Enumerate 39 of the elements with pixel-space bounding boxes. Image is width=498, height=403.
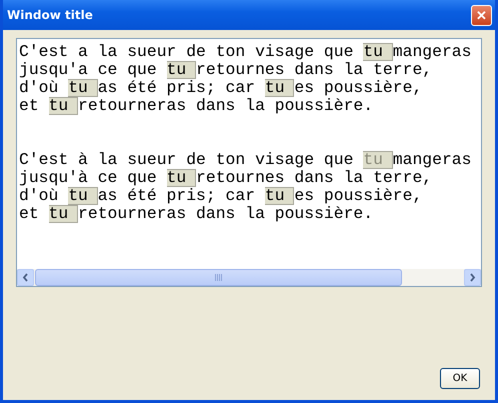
word-highlight: tu xyxy=(48,205,78,223)
chevron-right-icon xyxy=(469,273,476,282)
word-highlight: tu xyxy=(68,187,98,205)
text-line: es poussière, xyxy=(294,78,422,97)
text-line: d'où xyxy=(19,78,60,97)
word-highlight: tu xyxy=(48,97,78,115)
text-line: as été pris; car xyxy=(98,78,256,97)
text-line: et xyxy=(19,96,40,115)
horizontal-scrollbar[interactable] xyxy=(17,269,481,286)
word-highlight: tu xyxy=(68,79,98,97)
text-line: mangeras xyxy=(392,42,472,61)
text-line: jusqu'a ce que xyxy=(19,60,158,79)
text-line: jusqu'à ce que xyxy=(19,168,158,187)
close-button[interactable]: ✕ xyxy=(471,4,492,26)
ok-button[interactable]: OK xyxy=(440,368,480,389)
grip-icon xyxy=(214,274,222,281)
word-highlight: tu xyxy=(166,169,196,187)
text-line: es poussière, xyxy=(294,186,422,205)
text-line: retourneras dans la poussière. xyxy=(78,204,374,223)
scroll-left-button[interactable] xyxy=(17,269,34,286)
scroll-right-button[interactable] xyxy=(464,269,481,286)
text-line: mangeras xyxy=(392,150,472,169)
window-title: Window title xyxy=(7,8,93,22)
text-line: as été pris; car xyxy=(98,186,256,205)
text-line: retournes dans la terre, xyxy=(196,60,432,79)
word-highlight: tu xyxy=(363,151,393,169)
text-area[interactable] xyxy=(16,38,482,287)
text-line: C'est à la sueur de ton visage que xyxy=(19,150,354,169)
text-line: C'est a la sueur de ton visage que xyxy=(19,42,354,61)
text-line: retournes dans la terre, xyxy=(196,168,432,187)
text-line: et xyxy=(19,204,40,223)
word-highlight: tu xyxy=(264,187,294,205)
word-highlight: tu xyxy=(166,61,196,79)
word-highlight: tu xyxy=(363,43,393,61)
chevron-left-icon xyxy=(22,273,29,282)
word-highlight: tu xyxy=(264,79,294,97)
text-line: retourneras dans la poussière. xyxy=(78,96,374,115)
text-line: d'où xyxy=(19,186,60,205)
scroll-thumb[interactable] xyxy=(35,269,402,286)
